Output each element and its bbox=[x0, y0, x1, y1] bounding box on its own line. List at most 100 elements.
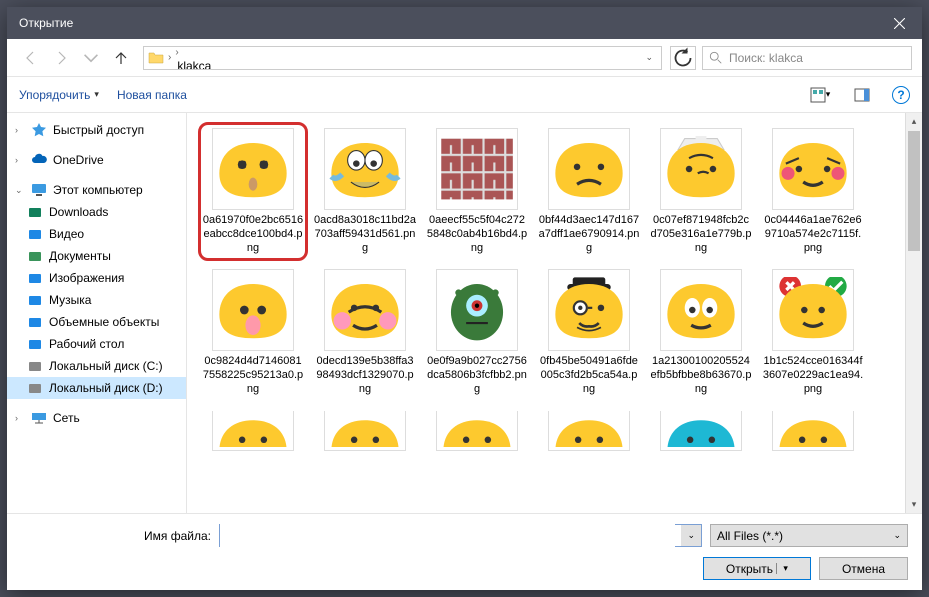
file-name: 0c07ef871948fcb2cd705e316a1e779b.png bbox=[650, 214, 752, 255]
folder-icon bbox=[28, 359, 42, 373]
folder-icon bbox=[28, 271, 42, 285]
sidebar: ›Быстрый доступ ›OneDrive ⌄Этот компьюте… bbox=[7, 113, 187, 513]
file-item[interactable] bbox=[535, 406, 643, 460]
file-thumbnail bbox=[772, 411, 854, 451]
arrow-left-icon bbox=[23, 50, 39, 66]
file-thumbnail bbox=[324, 411, 406, 451]
folder-icon bbox=[28, 315, 42, 329]
file-item[interactable]: 0fb45be50491a6fde005c3fd2b5ca54a.png bbox=[535, 264, 643, 401]
sidebar-item[interactable]: Видео bbox=[7, 223, 186, 245]
address-dropdown[interactable]: ⌄ bbox=[641, 52, 657, 63]
file-thumbnail bbox=[660, 411, 742, 451]
pane-icon bbox=[854, 87, 870, 103]
scroll-thumb[interactable] bbox=[908, 131, 920, 251]
file-name: 0c04446a1ae762e69710a574e2c7115f.png bbox=[762, 214, 864, 255]
recent-dropdown[interactable] bbox=[77, 45, 105, 71]
file-name: 0acd8a3018c11bd2a703aff59431d561.png bbox=[314, 214, 416, 255]
sidebar-onedrive[interactable]: ›OneDrive bbox=[7, 149, 186, 171]
sidebar-item[interactable]: Изображения bbox=[7, 267, 186, 289]
close-button[interactable] bbox=[876, 7, 922, 39]
file-item[interactable] bbox=[199, 406, 307, 460]
folder-icon bbox=[148, 50, 164, 66]
back-button[interactable] bbox=[17, 45, 45, 71]
file-name: 0decd139e5b38ffa398493dcf1329070.png bbox=[314, 355, 416, 396]
arrow-up-icon bbox=[113, 50, 129, 66]
sidebar-item[interactable]: Документы bbox=[7, 245, 186, 267]
filename-field-wrap: ⌄ bbox=[219, 524, 702, 547]
file-thumbnail bbox=[772, 269, 854, 351]
navigation-bar: › Локальный диск (D:)›Downloads›klakca›k… bbox=[7, 39, 922, 77]
file-thumbnail bbox=[212, 411, 294, 451]
file-item[interactable] bbox=[423, 406, 531, 460]
pc-icon bbox=[31, 182, 47, 198]
file-item[interactable]: 0c9824d4d71460817558225c95213a0.png bbox=[199, 264, 307, 401]
file-name: 0c9824d4d71460817558225c95213a0.png bbox=[202, 355, 304, 396]
refresh-icon bbox=[671, 46, 695, 70]
open-button[interactable]: Открыть ▾ bbox=[703, 557, 811, 580]
folder-icon bbox=[28, 249, 42, 263]
sidebar-this-pc[interactable]: ⌄Этот компьютер bbox=[7, 179, 186, 201]
up-button[interactable] bbox=[107, 45, 135, 71]
file-item[interactable] bbox=[759, 406, 867, 460]
file-name: 0e0f9a9b027cc2756dca5806b3fcfbb2.png bbox=[426, 355, 528, 396]
toolbar: Упорядочить▾ Новая папка ▾ ? bbox=[7, 77, 922, 113]
folder-icon bbox=[28, 205, 42, 219]
breadcrumb-item[interactable]: klakca bbox=[175, 58, 293, 70]
file-item[interactable] bbox=[311, 406, 419, 460]
file-item[interactable]: 0e0f9a9b027cc2756dca5806b3fcfbb2.png bbox=[423, 264, 531, 401]
organize-menu[interactable]: Упорядочить▾ bbox=[19, 88, 99, 102]
sidebar-item[interactable]: Локальный диск (D:) bbox=[7, 377, 186, 399]
file-type-filter[interactable]: All Files (*.*)⌄ bbox=[710, 524, 908, 547]
file-thumbnail bbox=[548, 411, 630, 451]
dialog-body: ›Быстрый доступ ›OneDrive ⌄Этот компьюте… bbox=[7, 113, 922, 513]
sidebar-network[interactable]: ›Сеть bbox=[7, 407, 186, 429]
file-grid[interactable]: 0a61970f0e2bc6516eabcc8dce100bd4.png0acd… bbox=[187, 113, 905, 513]
file-thumbnail bbox=[436, 411, 518, 451]
sidebar-item[interactable]: Локальный диск (C:) bbox=[7, 355, 186, 377]
file-item[interactable]: 1a21300100205524efb5bfbbe8b63670.png bbox=[647, 264, 755, 401]
help-button[interactable]: ? bbox=[892, 86, 910, 104]
breadcrumb-sep: › bbox=[175, 47, 178, 58]
new-folder-button[interactable]: Новая папка bbox=[117, 88, 187, 102]
forward-button[interactable] bbox=[47, 45, 75, 71]
file-thumbnail bbox=[772, 128, 854, 210]
file-item[interactable]: 0decd139e5b38ffa398493dcf1329070.png bbox=[311, 264, 419, 401]
file-name: 0aeecf55c5f04c2725848c0ab4b16bd4.png bbox=[426, 214, 528, 255]
view-options-button[interactable]: ▾ bbox=[808, 83, 832, 107]
file-thumbnail bbox=[324, 269, 406, 351]
file-thumbnail bbox=[212, 269, 294, 351]
file-thumbnail bbox=[660, 128, 742, 210]
search-input[interactable]: Поиск: klakca bbox=[702, 46, 912, 70]
preview-pane-button[interactable] bbox=[850, 83, 874, 107]
file-thumbnail bbox=[436, 269, 518, 351]
sidebar-item[interactable]: Рабочий стол bbox=[7, 333, 186, 355]
close-icon bbox=[894, 18, 905, 29]
file-name: 0bf44d3aec147d167a7dff1ae6790914.png bbox=[538, 214, 640, 255]
file-item[interactable]: 0a61970f0e2bc6516eabcc8dce100bd4.png bbox=[199, 123, 307, 260]
scroll-down-button[interactable]: ▾ bbox=[906, 496, 922, 513]
bottom-bar: Имя файла: ⌄ All Files (*.*)⌄ Открыть ▾ … bbox=[7, 513, 922, 590]
title-bar: Открытие bbox=[7, 7, 922, 39]
sidebar-item[interactable]: Downloads bbox=[7, 201, 186, 223]
sidebar-quick-access[interactable]: ›Быстрый доступ bbox=[7, 119, 186, 141]
file-item[interactable]: 1b1c524cce016344f3607e0229ac1ea94.png bbox=[759, 264, 867, 401]
cancel-button[interactable]: Отмена bbox=[819, 557, 908, 580]
file-thumbnail bbox=[548, 269, 630, 351]
address-bar[interactable]: › Локальный диск (D:)›Downloads›klakca›k… bbox=[143, 46, 662, 70]
refresh-button[interactable] bbox=[670, 46, 696, 70]
filename-input[interactable] bbox=[220, 524, 675, 547]
scroll-up-button[interactable]: ▴ bbox=[906, 113, 922, 130]
filename-history-dropdown[interactable]: ⌄ bbox=[681, 525, 701, 546]
file-item[interactable]: 0acd8a3018c11bd2a703aff59431d561.png bbox=[311, 123, 419, 260]
scrollbar-vertical[interactable]: ▴ ▾ bbox=[905, 113, 922, 513]
file-item[interactable]: 0c07ef871948fcb2cd705e316a1e779b.png bbox=[647, 123, 755, 260]
file-thumbnail bbox=[660, 269, 742, 351]
file-item[interactable]: 0aeecf55c5f04c2725848c0ab4b16bd4.png bbox=[423, 123, 531, 260]
chevron-down-icon bbox=[83, 50, 99, 66]
file-item[interactable]: 0bf44d3aec147d167a7dff1ae6790914.png bbox=[535, 123, 643, 260]
file-item[interactable] bbox=[647, 406, 755, 460]
sidebar-item[interactable]: Объемные объекты bbox=[7, 311, 186, 333]
file-thumbnail bbox=[212, 128, 294, 210]
sidebar-item[interactable]: Музыка bbox=[7, 289, 186, 311]
file-item[interactable]: 0c04446a1ae762e69710a574e2c7115f.png bbox=[759, 123, 867, 260]
